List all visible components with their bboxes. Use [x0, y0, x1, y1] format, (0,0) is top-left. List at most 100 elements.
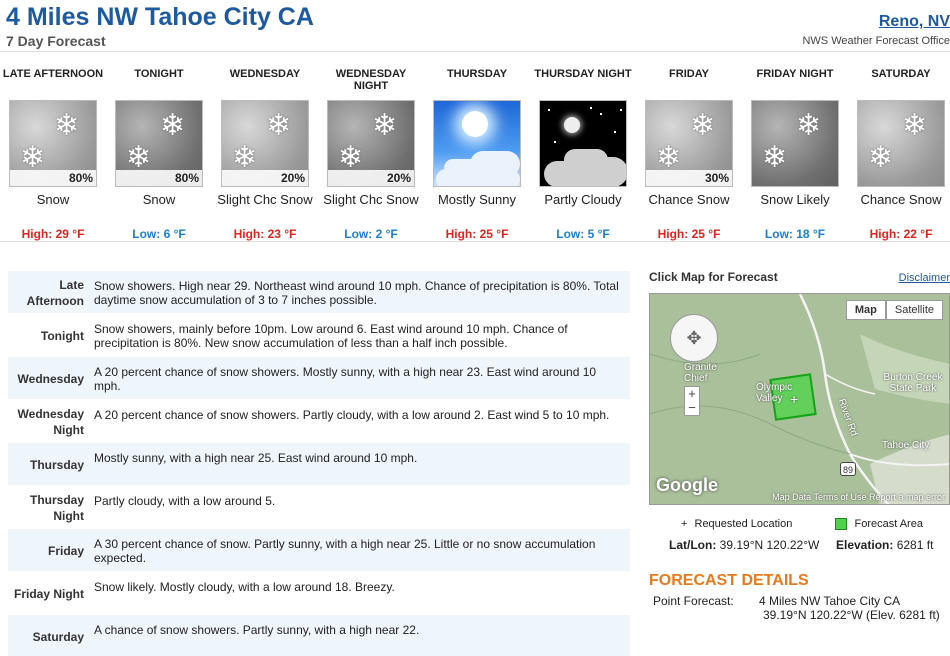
snowflake-icon: ❄ [266, 109, 292, 142]
disclaimer-link[interactable]: Disclaimer [899, 272, 950, 284]
forecast-period: Wednesday Night ❄ ❄ 20% Slight Chc Snow Low: … [318, 60, 424, 241]
detail-row: Thursday Mostly sunny, with a high near 2… [8, 443, 630, 486]
detail-text: A chance of snow showers. Partly sunny, … [94, 623, 420, 637]
detail-row: Friday A 30 percent chance of snow. Partl… [8, 529, 630, 572]
map-label-burton-creek: Burton Creek State Park [883, 372, 943, 394]
zoom-out-icon[interactable]: − [685, 401, 699, 415]
detail-text: A 20 percent chance of snow showers. Mos… [94, 365, 597, 393]
snow-icon[interactable]: ❄ ❄ [857, 100, 945, 187]
forecast-map[interactable]: Map Satellite ✥ + − + Granite Chief Olym… [649, 293, 950, 505]
period-name: Saturday [871, 68, 931, 80]
period-temperature: High: 23 °F [233, 227, 297, 241]
period-temperature: High: 25 °F [657, 227, 721, 241]
detail-text: Snow showers. High near 29. Northeast wi… [94, 279, 619, 307]
snowflake-icon: ❄ [796, 109, 822, 142]
page-title: 4 Miles NW Tahoe City CA [6, 3, 314, 31]
period-description: Snow [36, 192, 70, 207]
map-terms[interactable]: Map Data Terms of Use Report a map error [772, 492, 945, 502]
period-temperature: High: 25 °F [445, 227, 509, 241]
snow-icon[interactable]: ❄ ❄ 80% [9, 100, 97, 187]
period-name: Friday Night [756, 68, 834, 80]
satellite-button[interactable]: Satellite [885, 300, 943, 320]
period-name: Tonight [134, 68, 184, 80]
detail-text: A 30 percent chance of snow. Partly sunn… [94, 537, 596, 565]
detail-period-label: Wednesday Night [17, 406, 84, 437]
star-icon [548, 109, 550, 111]
period-temperature: High: 22 °F [869, 227, 933, 241]
elevation-value: 6281 ft [896, 538, 934, 552]
office-name: NWS Weather Forecast Office [802, 35, 950, 47]
snowflake-icon: ❄ [338, 141, 364, 174]
precip-chance: 80% [10, 170, 96, 186]
snowflake-icon: ❄ [232, 141, 258, 174]
snowflake-icon: ❄ [54, 109, 80, 142]
snowflake-icon: ❄ [160, 109, 186, 142]
office-link[interactable]: Reno, NV [879, 13, 950, 31]
forecast-period: Thursday Night Partly Cloudy Low: 5 °F [530, 60, 636, 241]
snow-icon[interactable]: ❄ ❄ 20% [221, 100, 309, 187]
snowflake-icon: ❄ [690, 109, 716, 142]
period-name: Wednesday [229, 68, 301, 80]
forecast-strip: Late Afternoon ❄ ❄ 80% Snow High: 29 °F Tonigh… [0, 60, 950, 242]
map-button[interactable]: Map [845, 300, 886, 320]
pan-control-icon[interactable]: ✥ [670, 314, 718, 362]
cloud-icon [436, 169, 520, 186]
detail-row: Friday Night Snow likely. Mostly cloudy, … [8, 572, 630, 615]
period-description: Partly Cloudy [544, 192, 622, 207]
snow-night-icon[interactable]: ❄ ❄ 80% [115, 100, 203, 187]
snowflake-icon: ❄ [126, 141, 152, 174]
period-name: Late Afternoon [2, 68, 104, 80]
map-label-olympic-valley: Olympic Valley [756, 382, 793, 404]
requested-location-legend-icon: + [681, 518, 688, 531]
forecast-details-heading: FORECAST DETAILS [649, 572, 809, 589]
period-description: Mostly Sunny [437, 192, 517, 207]
legend-requested-label: Requested Location [694, 518, 793, 531]
precip-chance: 20% [222, 170, 308, 186]
snowflake-icon: ❄ [762, 141, 788, 174]
precip-chance: 30% [646, 170, 732, 186]
point-forecast-coords: 39.19°N 120.22°W (Elev. 6281 ft) [763, 608, 940, 622]
period-description: Snow [142, 192, 176, 207]
period-name: Friday [669, 68, 709, 80]
precip-chance: 20% [328, 170, 414, 186]
map-label-granite-chief: Granite Chief [684, 362, 717, 384]
location-coords: Lat/Lon: 39.19°N 120.22°W Elevation: 628… [669, 538, 933, 552]
detail-text: A 20 percent chance of snow showers. Par… [94, 408, 610, 422]
latlon-value: 39.19°N 120.22°W [719, 538, 820, 552]
detail-period-label: Late Afternoon [26, 277, 84, 308]
star-icon [600, 113, 602, 115]
precip-chance: 80% [116, 170, 202, 186]
elevation-label: Elevation: [836, 538, 894, 552]
snow-icon[interactable]: ❄ ❄ 30% [645, 100, 733, 187]
snow-night-icon[interactable]: ❄ ❄ [751, 100, 839, 187]
zoom-control[interactable]: + − [684, 386, 700, 416]
google-logo: Google [656, 475, 718, 495]
forecast-area-legend-icon [835, 518, 848, 531]
period-name: Thursday Night [534, 68, 632, 80]
cloud-icon [580, 157, 626, 186]
period-name: Wednesday Night [335, 68, 407, 92]
moon-icon [564, 117, 580, 133]
star-icon [590, 107, 592, 109]
detail-period-label: Tonight [40, 328, 84, 343]
period-temperature: Low: 5 °F [556, 227, 610, 241]
period-temperature: Low: 2 °F [344, 227, 398, 241]
snowflake-icon: ❄ [20, 141, 46, 174]
forecast-period: Saturday ❄ ❄ Chance Snow High: 22 °F [848, 60, 950, 241]
detail-period-label: Saturday [32, 629, 84, 644]
period-description: Chance Snow [860, 192, 942, 207]
snowflake-icon: ❄ [656, 141, 682, 174]
map-panel: Click Map for Forecast Disclaimer Map Sa… [649, 270, 950, 622]
period-description: Slight Chc Snow [217, 192, 313, 207]
partly-cloudy-night-icon[interactable] [539, 100, 627, 187]
sun-icon [462, 111, 488, 137]
detail-text: Mostly sunny, with a high near 25. East … [94, 451, 418, 465]
detail-row: Saturday A chance of snow showers. Partly… [8, 615, 630, 656]
zoom-in-icon[interactable]: + [685, 387, 699, 401]
period-description: Slight Chc Snow [323, 192, 419, 207]
detail-row: Wednesday Night A 20 percent chance of sn… [8, 400, 630, 443]
mostly-sunny-icon[interactable] [433, 100, 521, 187]
detail-text: Snow likely. Mostly cloudy, with a low a… [94, 580, 395, 594]
snow-night-icon[interactable]: ❄ ❄ 20% [327, 100, 415, 187]
detail-period-label: Thursday Night [29, 492, 84, 523]
